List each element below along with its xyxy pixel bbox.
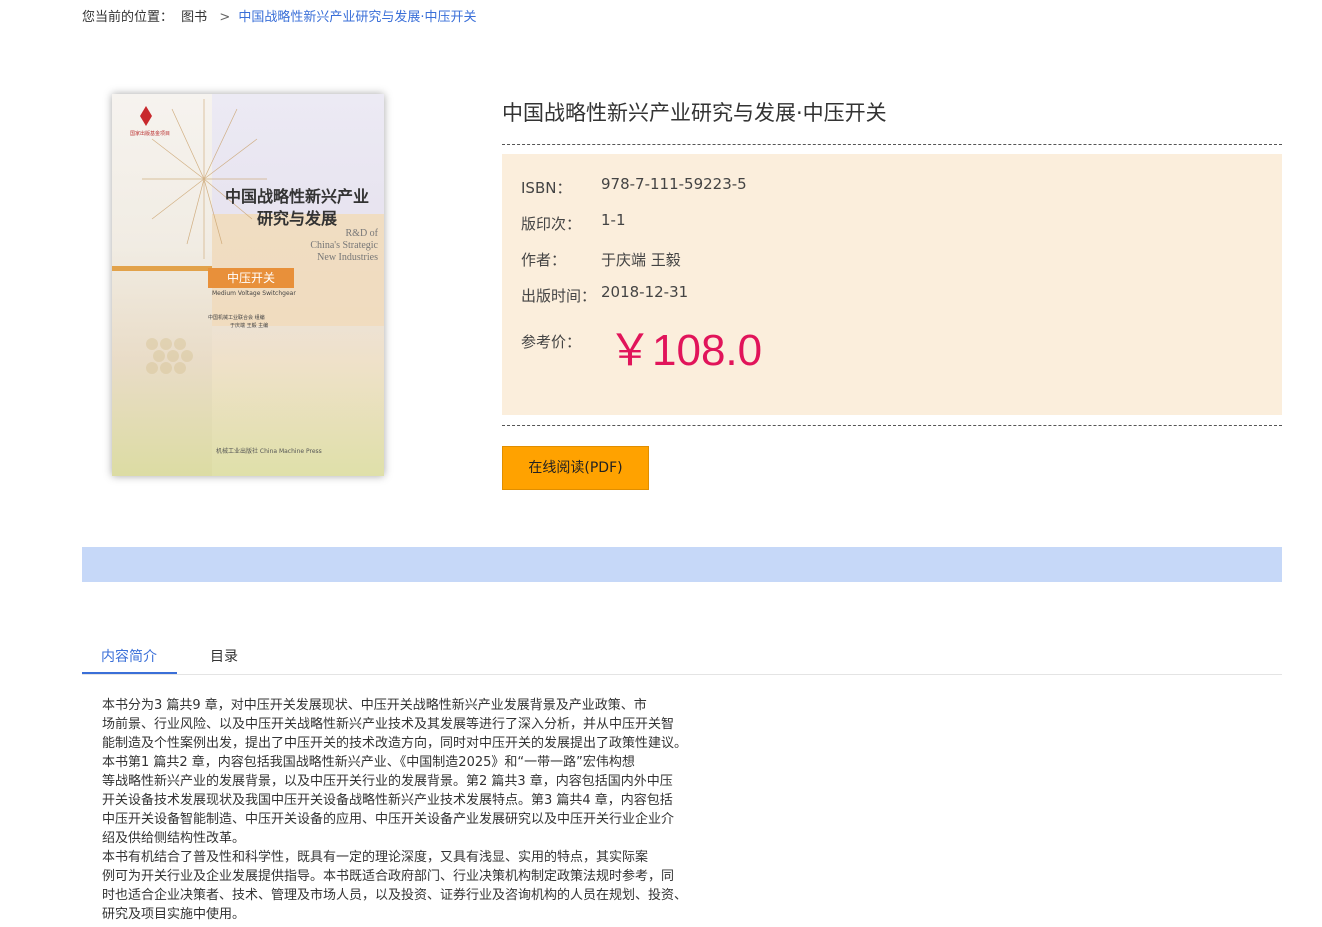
book-description: 本书分为3 篇共9 章，对中压开关发展现状、中压开关战略性新兴产业发展背景及产业… — [102, 696, 687, 924]
publish-date-label: 出版时间： — [521, 287, 597, 305]
cover-series-text: 国家出版基金项目 — [130, 131, 171, 137]
breadcrumb-current[interactable]: 中国战略性新兴产业研究与发展·中压开关 — [238, 6, 476, 25]
edition-label: 版印次： — [521, 215, 582, 233]
description-line: 绍及供给侧结构性改革。 — [102, 831, 246, 846]
cover-title-line2: 研究与发展 — [256, 209, 337, 228]
description-line: 开关设备技术发展现状及我国中压开关设备战略性新兴产业技术发展特点。第3 篇共4 … — [102, 793, 673, 808]
section-banner-bar — [82, 547, 1282, 582]
description-line: 时也适合企业决策者、技术、管理及市场人员，以及投资、证券行业及咨询机构的人员在规… — [102, 888, 688, 903]
description-line: 研究及项目实施中使用。 — [102, 907, 246, 922]
cover-title-en-3: New Industries — [317, 252, 378, 263]
breadcrumb-link-books[interactable]: 图书 — [181, 6, 207, 25]
publish-date-value: 2018-12-31 — [601, 283, 689, 301]
breadcrumb: 您当前的位置： 图书 > 中国战略性新兴产业研究与发展·中压开关 — [82, 6, 477, 25]
content-tabs: 内容简介 目录 — [82, 638, 1282, 675]
isbn-value: 978-7-111-59223-5 — [601, 175, 747, 193]
book-cover-image: 国家出版基金项目 中国战略性新兴产业 研究与发展 R&D of China's … — [112, 94, 384, 476]
edition-value: 1-1 — [601, 211, 626, 229]
description-line: 场前景、行业风险、以及中压开关战略性新兴产业技术及其发展等进行了深入分析，并从中… — [102, 717, 675, 732]
description-line: 本书分为3 篇共9 章，对中压开关发展现状、中压开关战略性新兴产业发展背景及产业… — [102, 698, 647, 713]
description-line: 能制造及个性案例出发，提出了中压开关的技术改造方向，同时对中压开关的发展提出了政… — [102, 736, 688, 751]
cover-subtitle-en: Medium Voltage Switchgear — [212, 290, 296, 297]
description-line: 本书有机结合了普及性和科学性，既具有一定的理论深度，又具有浅显、实用的特点，其实… — [102, 850, 649, 865]
breadcrumb-separator: > — [219, 10, 231, 25]
description-line: 等战略性新兴产业的发展背景，以及中压开关行业的发展背景。第2 篇共3 章，内容包… — [102, 774, 673, 789]
book-title: 中国战略性新兴产业研究与发展·中压开关 — [502, 101, 887, 125]
isbn-label: ISBN： — [521, 179, 572, 197]
cover-title-en: R&D of China's Strategic New Industries — [278, 228, 378, 264]
cover-subtitle: 中压开关 — [208, 268, 294, 288]
tab-toc[interactable]: 目录 — [210, 646, 238, 666]
cover-title-en-1: R&D of — [345, 228, 379, 239]
description-line: 中压开关设备智能制造、中压开关设备的应用、中压开关设备产业发展研究以及中压开关行… — [102, 812, 675, 827]
read-online-pdf-button[interactable]: 在线阅读(PDF) — [502, 446, 649, 490]
tab-summary[interactable]: 内容简介 — [101, 646, 157, 666]
price-value: ￥108.0 — [608, 326, 763, 375]
author-value: 于庆端 王毅 — [601, 251, 681, 269]
price-label: 参考价： — [521, 333, 582, 351]
cover-compiler: 中国机械工业联合会 组编 — [208, 315, 265, 321]
divider-bottom — [502, 425, 1282, 426]
cover-title: 中国战略性新兴产业 研究与发展 — [214, 186, 380, 230]
cover-press: 机械工业出版社 China Machine Press — [216, 448, 322, 455]
breadcrumb-prefix: 您当前的位置： — [82, 10, 174, 25]
author-label: 作者： — [521, 251, 567, 269]
cover-title-line1: 中国战略性新兴产业 — [224, 187, 369, 206]
cover-authors: 于庆端 王毅 主编 — [230, 323, 269, 329]
publisher-fund-logo — [140, 106, 152, 126]
description-line: 例可为开关行业及企业发展提供指导。本书既适合政府部门、行业决策机构制定政策法规时… — [102, 869, 675, 884]
cover-title-en-2: China's Strategic — [310, 240, 378, 251]
divider-top — [502, 144, 1282, 145]
description-line: 本书第1 篇共2 章，内容包括我国战略性新兴产业、《中国制造2025》和“一带一… — [102, 755, 635, 770]
active-tab-underline — [82, 672, 177, 674]
